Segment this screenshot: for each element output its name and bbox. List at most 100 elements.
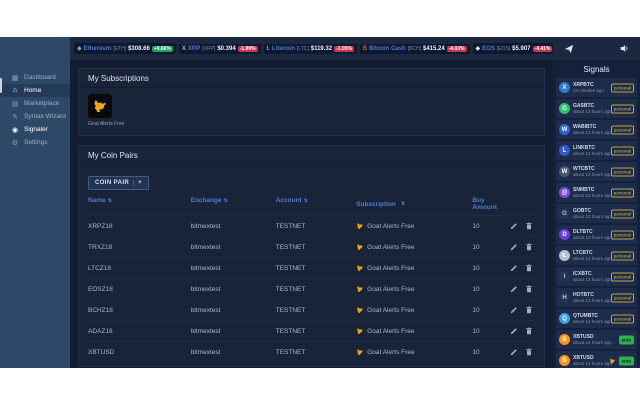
signal-badge: personal: [610, 293, 634, 302]
edit-icon[interactable]: [510, 285, 518, 293]
signal-badge: personal: [610, 251, 634, 260]
sidebar-item-icon: ⌂: [12, 87, 18, 94]
signal-text: GOBTC about 13 hours ago: [573, 208, 612, 219]
signals-title: Signals: [583, 65, 610, 74]
price-change-badge: +0.66%: [151, 45, 173, 52]
signal-list-item[interactable]: B XBTUSD about 14 hours ago auto: [556, 351, 637, 368]
delete-icon[interactable]: [525, 264, 533, 272]
row-actions: [508, 243, 535, 251]
signals-sidebar: Signals X XRPBTC 22 minutes ago personal…: [553, 37, 640, 368]
ticker-chip[interactable]: B Bitcoin Cash [BCH] $415.24 -4.03%: [359, 43, 470, 54]
edit-icon[interactable]: [510, 264, 518, 272]
scroll-indicator[interactable]: [0, 78, 2, 93]
signal-coin-icon: G: [559, 103, 570, 114]
table-row[interactable]: XRPZ18 bitmextest TESTNET Goat Alerts Fr…: [88, 215, 535, 236]
column-header-subscription[interactable]: Subscription ⇅: [356, 197, 472, 211]
sidebar-item[interactable]: ◉ Signaler: [0, 123, 70, 136]
table-row[interactable]: BCHZ18 bitmextest TESTNET Goat Alerts Fr…: [88, 299, 535, 320]
edit-icon[interactable]: [510, 306, 518, 314]
signal-text: LINKBTC about 12 hours ago: [573, 145, 612, 156]
column-header-account[interactable]: Account ⇅: [276, 197, 356, 211]
sidebar-item[interactable]: ✎ Syntax Wizard: [0, 110, 70, 123]
signal-text: XBTUSD about 14 hours ago: [573, 334, 612, 345]
signal-list-item[interactable]: Q QTUMBTC about 14 hours ago personal: [556, 309, 637, 328]
table-row[interactable]: TRXZ18 bitmextest TESTNET Goat Alerts Fr…: [88, 236, 535, 257]
goat-icon: [357, 349, 363, 355]
signal-list-item[interactable]: L LINKBTC about 12 hours ago personal: [556, 141, 637, 160]
pair-buy-amount: 10: [472, 222, 480, 230]
sidebar-item[interactable]: ▦ Dashboard: [0, 71, 70, 84]
signal-list-item[interactable]: G GOBTC about 13 hours ago personal: [556, 204, 637, 223]
column-header-buy-amount[interactable]: Buy Amount: [472, 197, 508, 211]
signal-list-item[interactable]: I ICXBTC about 13 hours ago personal: [556, 267, 637, 286]
delete-icon[interactable]: [525, 243, 533, 251]
signal-time: about 13 hours ago: [573, 234, 612, 240]
sidebar-item[interactable]: ▤ Marketplace: [0, 97, 70, 110]
signal-list-item[interactable]: @ SNMBTC about 13 hours ago personal: [556, 183, 637, 202]
add-coin-pair-button[interactable]: COIN PAIR +: [88, 176, 150, 190]
sidebar-item[interactable]: ⚙ Settings: [0, 136, 70, 149]
coin-icon: ◆: [77, 46, 82, 52]
sort-icon: ⇅: [223, 198, 228, 204]
signal-list-item[interactable]: H HOTBTC about 13 hours ago personal: [556, 288, 637, 307]
signal-time: about 13 hours ago: [573, 129, 612, 135]
signal-coin-icon: Q: [559, 313, 570, 324]
column-header-name[interactable]: Name ⇅: [88, 197, 191, 211]
signal-list-item[interactable]: G GASBTC about 13 hours ago personal: [556, 99, 637, 118]
signal-coin-icon: W: [559, 166, 570, 177]
signals-list: X XRPBTC 22 minutes ago personal G GASBT…: [553, 78, 640, 368]
edit-icon[interactable]: [510, 243, 518, 251]
signal-text: XRPBTC 22 minutes ago: [573, 82, 604, 93]
table-row[interactable]: LTCZ18 bitmextest TESTNET Goat Alerts Fr…: [88, 257, 535, 278]
pair-buy-amount: 10: [472, 327, 480, 335]
signal-coin-glyph: W: [561, 126, 568, 133]
signal-time: about 13 hours ago: [573, 276, 612, 282]
column-header-exchange[interactable]: Exchange ⇅: [191, 197, 276, 211]
signal-time: about 12 hours ago: [573, 150, 612, 156]
table-row[interactable]: XBTUSD bitmextest TESTNET Goat Alerts Fr…: [88, 341, 535, 362]
delete-icon[interactable]: [525, 306, 533, 314]
delete-icon[interactable]: [525, 327, 533, 335]
ticker-chip[interactable]: Ł Litecoin [LTC] $119.32 -1.05%: [263, 43, 357, 54]
ticker-chip[interactable]: ◆ EOS [EOS] $5.907 -4.41%: [472, 43, 553, 54]
delete-icon[interactable]: [525, 348, 533, 356]
table-row[interactable]: EOSZ18 bitmextest TESTNET Goat Alerts Fr…: [88, 278, 535, 299]
signal-badge: auto: [618, 356, 634, 365]
signal-coin-icon: B: [559, 334, 570, 345]
signal-time: about 13 hours ago: [573, 192, 612, 198]
main-content: My Subscriptions Goat Alerts Free My Coi…: [70, 60, 553, 368]
edit-icon[interactable]: [510, 327, 518, 335]
subscription-item[interactable]: Goat Alerts Free: [88, 94, 124, 127]
signal-list-item[interactable]: D DLTBTC about 13 hours ago personal: [556, 225, 637, 244]
pair-name: XRPZ18: [88, 222, 113, 230]
pair-account: TESTNET: [275, 243, 306, 251]
sidebar-item[interactable]: ⌂ Home: [0, 84, 70, 97]
send-plane-icon[interactable]: [564, 44, 574, 54]
signal-text: ICXBTC about 13 hours ago: [573, 271, 612, 282]
signal-badge: personal: [610, 83, 634, 92]
coin-price: $0.394: [217, 45, 236, 52]
pair-subscription: Goat Alerts Free: [356, 285, 472, 293]
signal-coin-glyph: Ł: [562, 252, 567, 259]
signal-coin-glyph: B: [562, 336, 567, 343]
edit-icon[interactable]: [510, 222, 518, 230]
pair-account: TESTNET: [275, 306, 306, 314]
row-actions: [508, 264, 535, 272]
volume-icon[interactable]: [620, 44, 629, 53]
signal-list-item[interactable]: X XRPBTC 22 minutes ago personal: [556, 78, 637, 97]
signal-badge: personal: [610, 209, 634, 218]
edit-icon[interactable]: [510, 348, 518, 356]
signal-badge: personal: [610, 230, 634, 239]
signal-list-item[interactable]: B XBTUSD about 14 hours ago auto: [556, 330, 637, 349]
signal-list-item[interactable]: Ł LTCBTC about 13 hours ago personal: [556, 246, 637, 265]
sidebar-item-label: Dashboard: [24, 74, 56, 81]
signal-list-item[interactable]: W WABIBTC about 13 hours ago personal: [556, 120, 637, 139]
pair-subscription: Goat Alerts Free: [356, 327, 472, 335]
add-coin-pair-label: COIN PAIR: [95, 180, 130, 186]
delete-icon[interactable]: [525, 222, 533, 230]
ticker-chip[interactable]: X XRP [XRP] $0.394 -1.99%: [178, 43, 261, 54]
delete-icon[interactable]: [525, 285, 533, 293]
signal-list-item[interactable]: W WTCBTC about 13 hours ago personal: [556, 162, 637, 181]
ticker-chip[interactable]: ◆ Ethereum [ETH] $308.66 +0.66%: [74, 43, 176, 54]
table-row[interactable]: ADAZ18 bitmextest TESTNET Goat Alerts Fr…: [88, 320, 535, 341]
